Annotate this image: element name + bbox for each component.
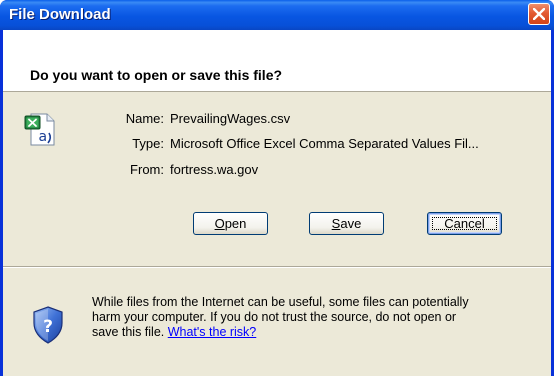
dialog-header: Do you want to open or save this file? [3, 30, 551, 92]
security-shield-icon: ? [33, 306, 63, 344]
file-type-label: Type: [132, 136, 164, 151]
whats-the-risk-link[interactable]: What's the risk? [168, 325, 257, 339]
cancel-button[interactable]: Cancel [427, 212, 502, 235]
warning-line-3: save this file. What's the risk? [92, 325, 542, 340]
open-button[interactable]: Open [193, 212, 268, 235]
separator [3, 266, 551, 268]
file-name-label: Name: [125, 111, 164, 126]
file-source-label: From: [130, 162, 164, 177]
file-type-value: Microsoft Office Excel Comma Separated V… [170, 136, 479, 151]
warning-line-2: harm your computer. If you do not trust … [92, 310, 457, 324]
title-bar[interactable]: File Download [0, 0, 554, 30]
svg-text:?: ? [43, 317, 53, 337]
close-icon [533, 8, 545, 20]
file-name-row: Name: PrevailingWages.csv [3, 111, 551, 127]
open-button-mnemonic: O [214, 216, 225, 231]
warning-line-1: While files from the Internet can be use… [92, 295, 469, 309]
open-button-label: pen [224, 216, 247, 231]
dialog-body: Do you want to open or save this file? a… [3, 30, 551, 376]
file-name-value: PrevailingWages.csv [170, 111, 291, 126]
window-title: File Download [9, 6, 111, 23]
file-type-row: Type: Microsoft Office Excel Comma Separ… [3, 136, 551, 152]
file-source-value: fortress.wa.gov [170, 162, 259, 177]
file-source-row: From: fortress.wa.gov [3, 162, 551, 178]
warning-line-3-text: save this file. [92, 325, 168, 339]
dialog-question: Do you want to open or save this file? [30, 67, 283, 83]
file-download-window: File Download Do you want to open or sav… [0, 0, 554, 376]
focus-ring [432, 217, 497, 230]
save-button-label: ave [340, 216, 362, 231]
save-button[interactable]: Save [309, 212, 384, 235]
security-warning: While files from the Internet can be use… [92, 295, 542, 340]
close-button[interactable] [528, 3, 550, 25]
